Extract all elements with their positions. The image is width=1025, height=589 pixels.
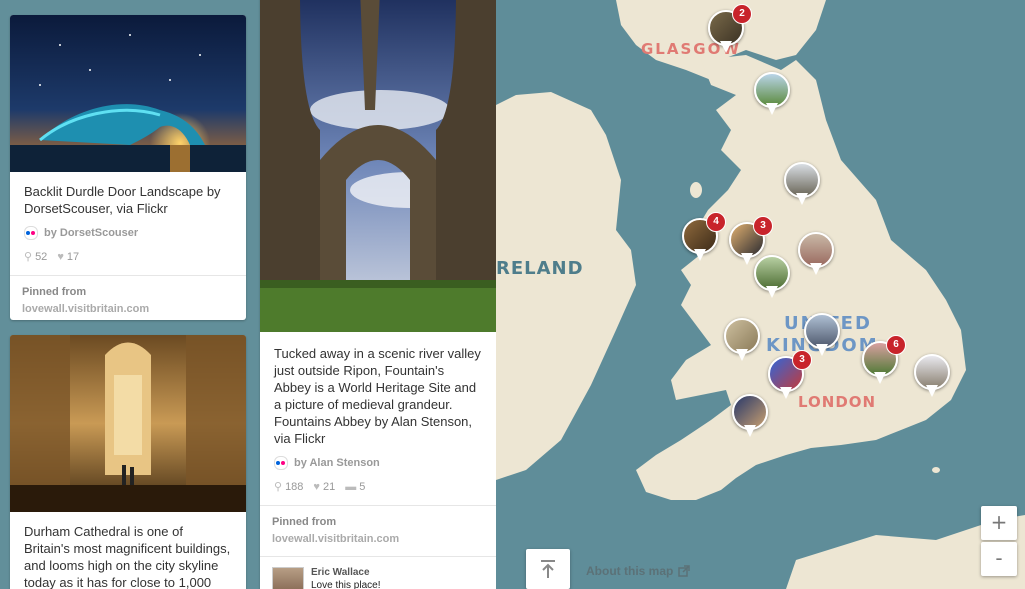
pin-image[interactable]	[260, 0, 496, 332]
marker-count-badge: 4	[706, 212, 726, 232]
map-label-ireland: RELAND	[496, 258, 584, 279]
pin-description: Tucked away in a scenic river valley jus…	[274, 346, 481, 446]
map-panel[interactable]: GLASGOW RELAND UNITED KINGDOM LONDON 2 4…	[496, 0, 1025, 589]
arrow-up-to-line-icon	[541, 560, 555, 578]
pin-image[interactable]	[10, 15, 246, 172]
like-count: 17	[66, 250, 80, 263]
pinned-from-label: Pinned from	[22, 286, 87, 298]
zoom-out-button[interactable]: -	[981, 542, 1017, 576]
avatar[interactable]	[272, 567, 304, 589]
scroll-to-top-button[interactable]	[526, 549, 570, 589]
marker-count-badge: 3	[792, 350, 812, 370]
marker-count-badge: 6	[886, 335, 906, 355]
marker-count-badge: 3	[753, 216, 773, 236]
map-marker[interactable]: 3	[768, 350, 812, 406]
external-link-icon	[678, 565, 691, 577]
pin-attribution-text[interactable]: by DorsetScouser	[44, 227, 138, 239]
pinned-from-label: Pinned from	[272, 516, 337, 528]
pin-image[interactable]	[10, 335, 246, 512]
pinned-from-source[interactable]: lovewall.visitbritain.com	[272, 533, 484, 545]
heart-icon: ♥	[313, 480, 320, 493]
map-marker[interactable]: 4	[682, 212, 726, 268]
map-marker[interactable]	[732, 394, 768, 444]
repin-icon: ⚲	[24, 251, 33, 263]
zoom-in-button[interactable]: +	[981, 506, 1017, 540]
pin-description: Durham Cathedral is one of Britain's mos…	[24, 524, 231, 589]
comment-count: 5	[359, 480, 366, 493]
flickr-icon	[24, 226, 38, 240]
pin-card[interactable]: Tucked away in a scenic river valley jus…	[260, 0, 496, 589]
pin-stats: ⚲ 52 ♥ 17	[10, 240, 246, 275]
map-marker[interactable]: 6	[862, 335, 906, 391]
comment-text: Love this place!	[311, 580, 381, 589]
pin-attribution[interactable]: by DorsetScouser	[10, 217, 246, 240]
pin-attribution-text[interactable]: by Alan Stenson	[294, 457, 380, 469]
pinned-from: Pinned from lovewall.visitbritain.com	[260, 505, 496, 556]
repin-count: 52	[35, 250, 48, 263]
about-this-map-link[interactable]: About this map	[586, 564, 691, 578]
repin-icon: ⚲	[274, 481, 283, 493]
map-marker[interactable]: 2	[708, 4, 752, 60]
pinned-from: Pinned from lovewall.visitbritain.com	[10, 275, 246, 320]
map-marker[interactable]	[914, 354, 950, 404]
map-marker[interactable]	[754, 72, 790, 122]
comment-author[interactable]: Eric Wallace	[311, 567, 381, 578]
pin-stats: ⚲ 188 ♥ 21 ▬ 5	[260, 470, 496, 505]
map-marker[interactable]	[724, 318, 760, 368]
marker-count-badge: 2	[732, 4, 752, 24]
pin-attribution[interactable]: by Alan Stenson	[260, 447, 496, 470]
pinned-from-source[interactable]: lovewall.visitbritain.com	[22, 303, 234, 315]
pin-description: Backlit Durdle Door Landscape by DorsetS…	[24, 184, 221, 216]
pin-comment: Eric Wallace Love this place!	[260, 556, 496, 589]
map-label-london: LONDON	[798, 393, 877, 411]
pin-card[interactable]: Durham Cathedral is one of Britain's mos…	[10, 335, 246, 589]
about-this-map-text[interactable]: About this map	[586, 564, 673, 578]
pin-card[interactable]: Backlit Durdle Door Landscape by DorsetS…	[10, 15, 246, 320]
comment-icon: ▬	[345, 480, 357, 493]
pin-feed: Backlit Durdle Door Landscape by DorsetS…	[0, 0, 506, 589]
like-count: 21	[322, 480, 336, 493]
heart-icon: ♥	[57, 250, 64, 263]
map-marker[interactable]	[754, 255, 790, 305]
flickr-icon	[274, 456, 288, 470]
map-marker[interactable]	[798, 232, 834, 282]
map-marker[interactable]	[784, 162, 820, 212]
repin-count: 188	[285, 480, 304, 493]
